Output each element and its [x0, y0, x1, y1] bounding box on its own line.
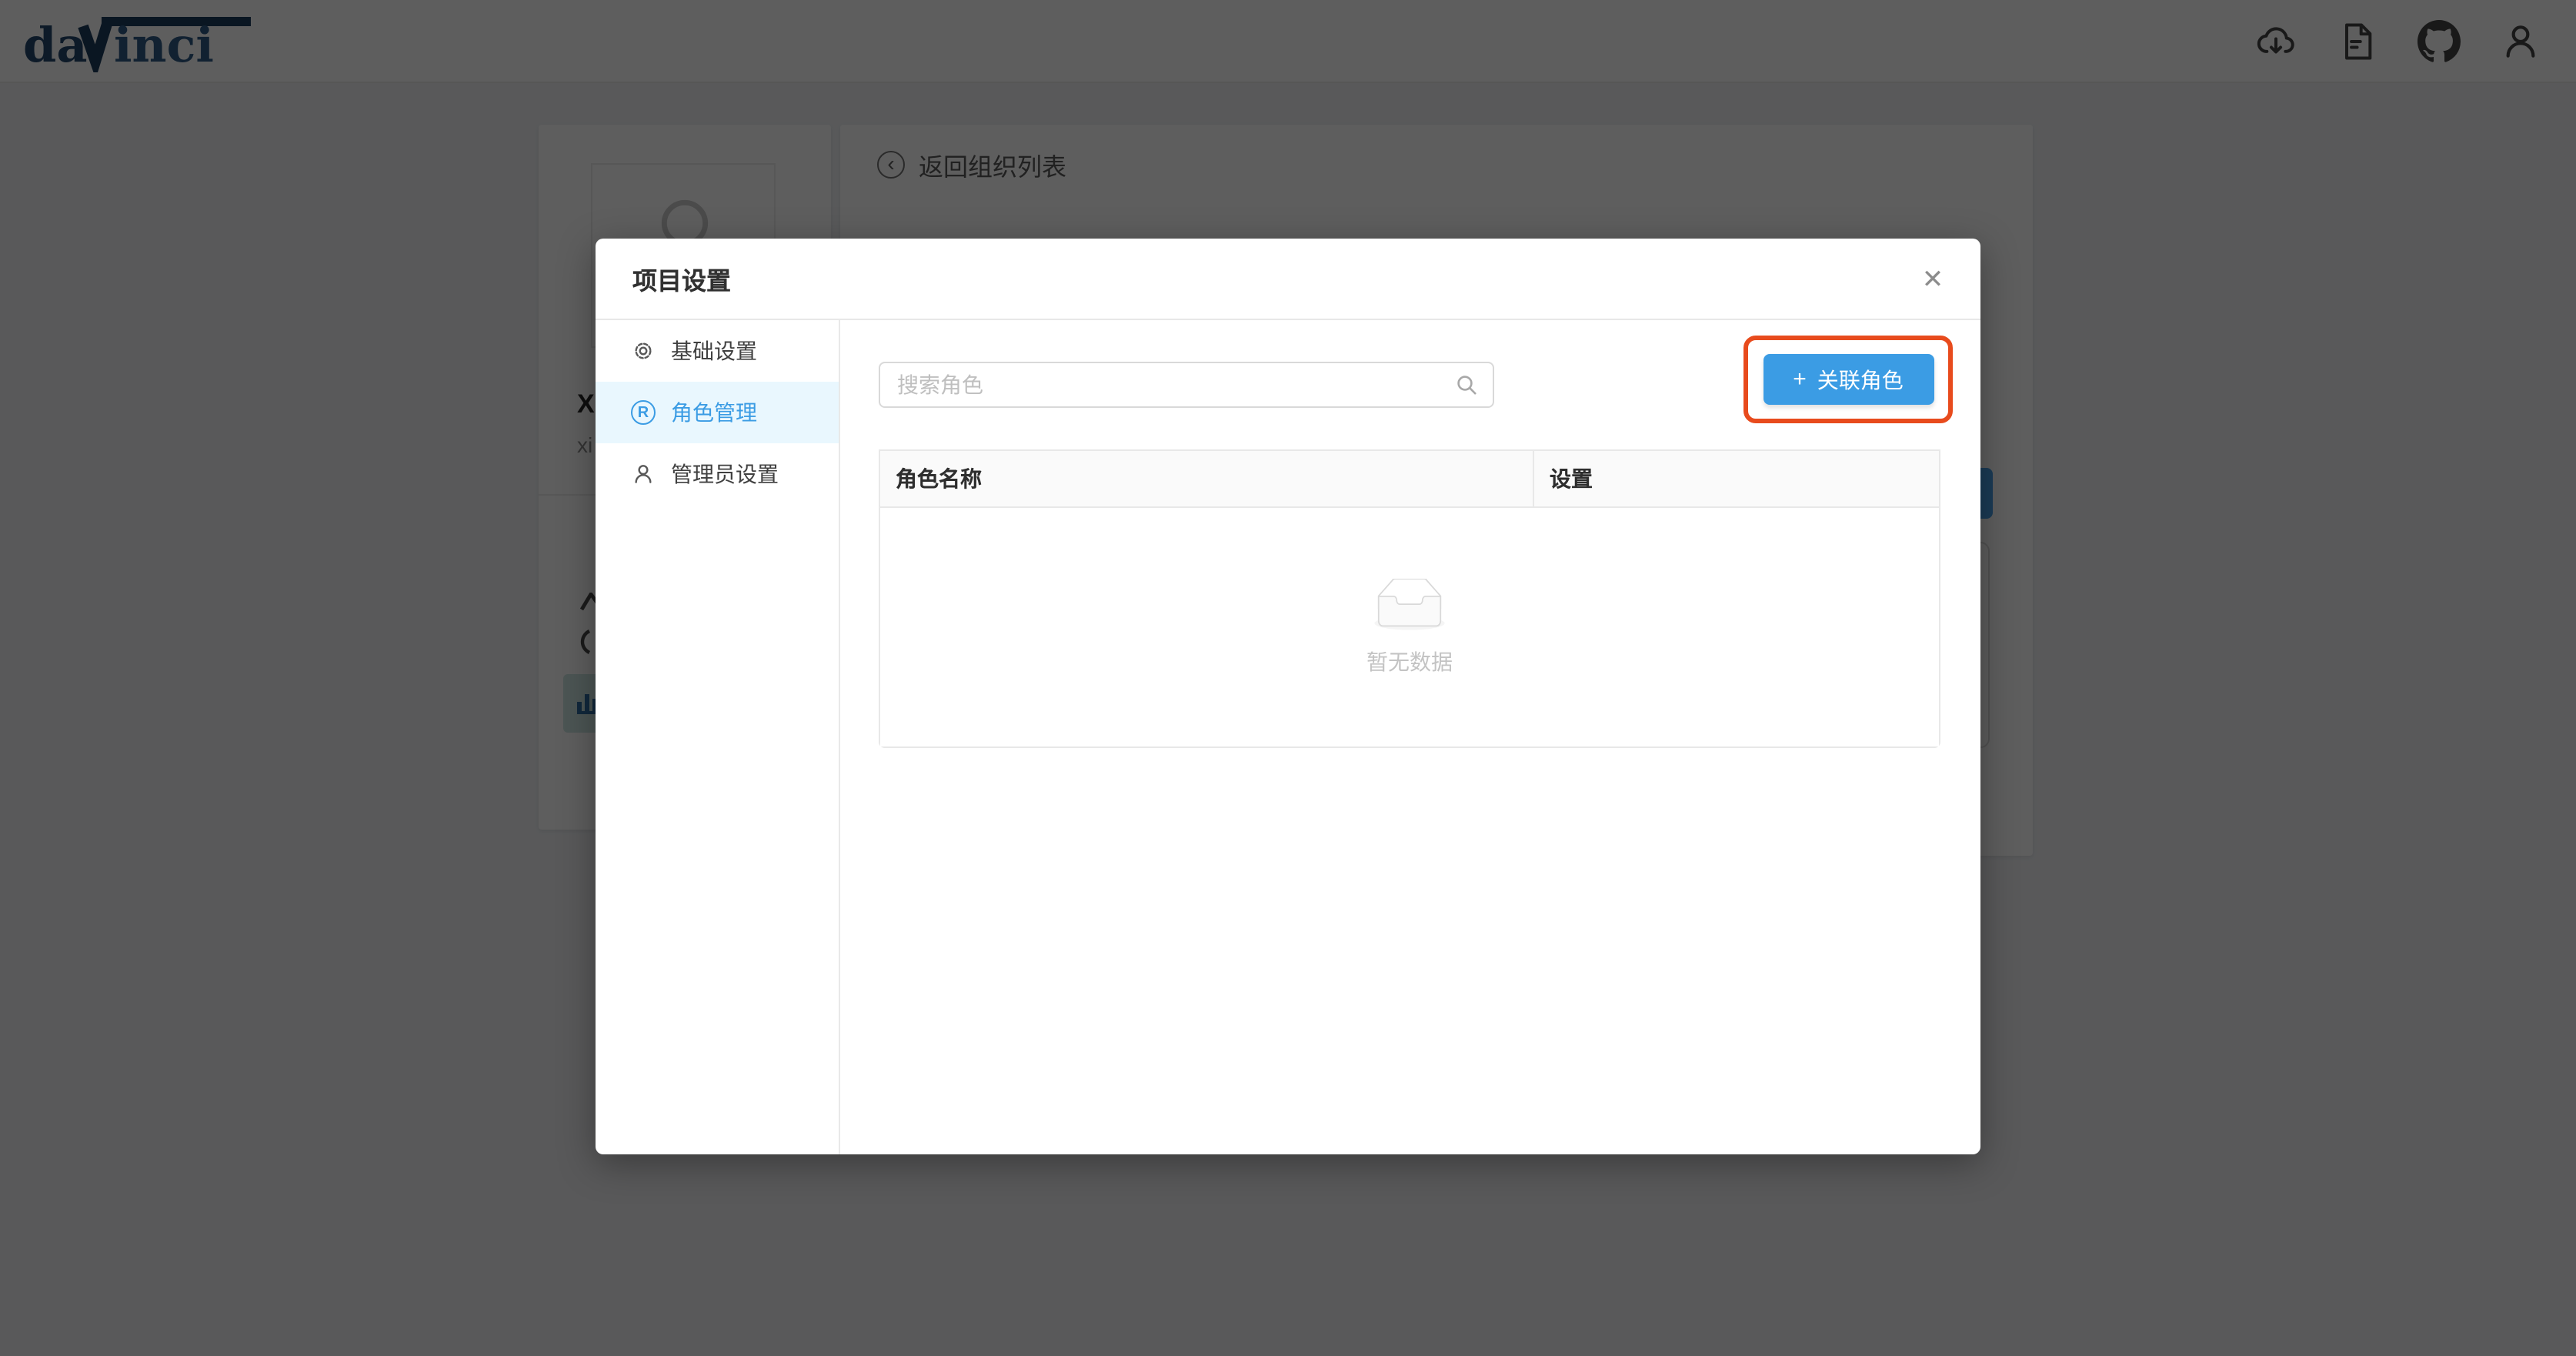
app-root: da inci: [0, 0, 2576, 1356]
role-management-panel: + 关联角色 角色名称 设置: [840, 320, 1980, 1154]
sidebar-item-label: 基础设置: [671, 336, 757, 366]
empty-text: 暂无数据: [1366, 646, 1453, 676]
gear-icon: [631, 339, 656, 363]
search-icon: [1454, 372, 1479, 397]
modal-sidebar: 基础设置 R 角色管理 管理员设置: [596, 320, 840, 1154]
search-field: [879, 362, 1494, 408]
empty-box-icon: [1366, 578, 1453, 633]
sidebar-item-label: 角色管理: [671, 397, 757, 428]
plus-icon: +: [1793, 368, 1807, 391]
circle-r-icon: R: [631, 400, 656, 425]
highlight-annotation-box: + 关联角色: [1743, 336, 1953, 423]
modal-title: 项目设置: [632, 260, 731, 297]
sidebar-item-role-management[interactable]: R 角色管理: [596, 382, 839, 443]
roles-table-header: 角色名称 设置: [880, 451, 1939, 508]
column-header-role-name: 角色名称: [880, 451, 1534, 506]
associate-role-label: 关联角色: [1817, 364, 1904, 395]
roles-table-empty-state: 暂无数据: [880, 508, 1939, 746]
project-settings-modal: 项目设置 ✕ 基础设置 R 角色管理: [596, 239, 1980, 1154]
modal-header: 项目设置 ✕: [596, 239, 1980, 320]
column-header-settings: 设置: [1534, 451, 1939, 506]
associate-role-button[interactable]: + 关联角色: [1763, 354, 1934, 405]
sidebar-item-admin-settings[interactable]: 管理员设置: [596, 443, 839, 505]
sidebar-item-label: 管理员设置: [671, 459, 779, 489]
search-role-input[interactable]: [879, 362, 1494, 408]
close-icon[interactable]: ✕: [1907, 254, 1959, 306]
modal-body: 基础设置 R 角色管理 管理员设置: [596, 320, 1980, 1154]
user-icon: [631, 462, 656, 486]
sidebar-item-basic-settings[interactable]: 基础设置: [596, 320, 839, 382]
roles-table: 角色名称 设置 暂无数据: [879, 449, 1940, 748]
